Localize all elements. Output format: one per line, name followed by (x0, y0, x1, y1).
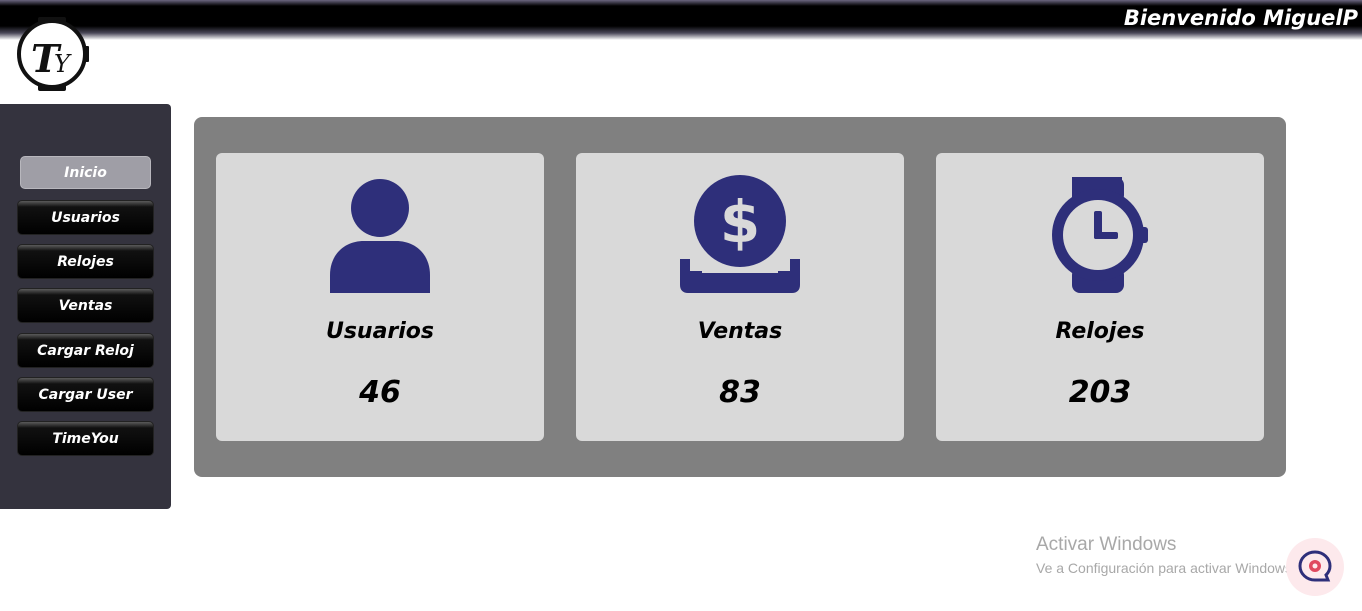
card-count: 46 (359, 375, 401, 410)
watermark-subtitle: Ve a Configuración para activar Windows. (1036, 560, 1296, 576)
svg-text:$: $ (720, 188, 760, 256)
top-bar: Bienvenido MiguelP (0, 0, 1362, 40)
watch-logo-icon: T Y (17, 17, 89, 91)
watermark-title: Activar Windows (1036, 534, 1177, 555)
card-count: 203 (1068, 375, 1132, 410)
card-label: Usuarios (325, 319, 435, 344)
stat-card-relojes[interactable]: Relojes 203 (936, 153, 1264, 441)
dollar-coin-icon: $ (576, 175, 904, 295)
sidebar: Inicio Usuarios Relojes Ventas Cargar Re… (0, 104, 171, 509)
sidebar-item-cargar-reloj[interactable]: Cargar Reloj (17, 333, 154, 368)
card-label: Ventas (697, 319, 783, 344)
windows-activation-watermark: Activar Windows Ve a Configuración para … (1036, 534, 1308, 576)
chat-button[interactable] (1286, 538, 1344, 596)
sidebar-item-inicio[interactable]: Inicio (20, 156, 151, 189)
user-icon (216, 175, 544, 295)
sidebar-item-ventas[interactable]: Ventas (17, 288, 154, 323)
sidebar-item-timeyou[interactable]: TimeYou (17, 421, 154, 456)
stat-card-usuarios[interactable]: Usuarios 46 (216, 153, 544, 441)
sidebar-item-cargar-user[interactable]: Cargar User (17, 377, 154, 412)
logo[interactable]: T Y (14, 16, 90, 92)
chat-bubble-icon (1298, 550, 1332, 582)
card-count: 83 (719, 375, 761, 410)
sidebar-item-relojes[interactable]: Relojes (17, 244, 154, 279)
watch-icon (936, 175, 1264, 295)
stat-card-ventas[interactable]: $ Ventas 83 (576, 153, 904, 441)
sidebar-item-usuarios[interactable]: Usuarios (17, 200, 154, 235)
stats-panel: Usuarios 46 $ Ventas 83 Relojes 203 (194, 117, 1286, 477)
welcome-text: Bienvenido MiguelP (1123, 6, 1358, 30)
card-label: Relojes (1055, 319, 1145, 344)
svg-text:Y: Y (54, 50, 72, 78)
